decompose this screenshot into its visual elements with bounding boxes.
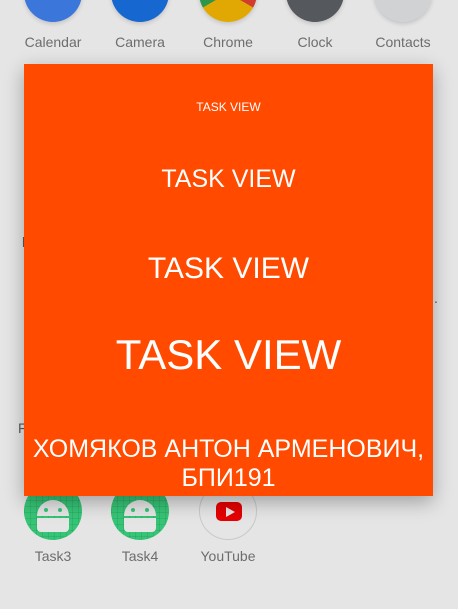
task-view-text-medium: TASK VIEW [161,165,296,193]
author-name: ХОМЯКОВ АНТОН АРМЕНОВИЧ, БПИ191 [32,435,425,492]
task-view-dialog: TASK VIEW TASK VIEW TASK VIEW TASK VIEW … [24,64,433,496]
task-view-text-xlarge: TASK VIEW [115,331,342,378]
task-view-text-small: TASK VIEW [196,100,261,114]
task-view-text-large: TASK VIEW [147,252,310,285]
